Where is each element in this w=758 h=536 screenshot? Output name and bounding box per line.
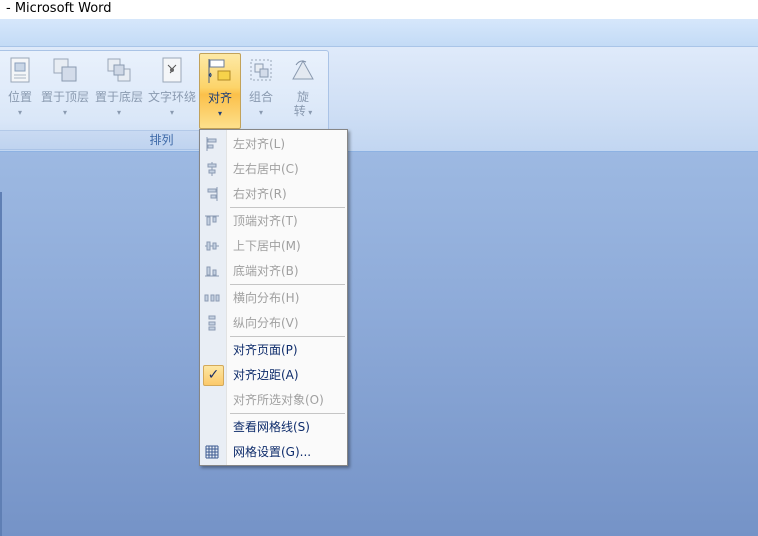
menu-item-align-to-page[interactable]: 对齐页面(P) <box>200 338 347 362</box>
menu-item-grid-settings[interactable]: 网格设置(G)... <box>200 440 347 464</box>
text-wrap-icon <box>162 57 182 83</box>
align-top-icon <box>205 215 219 226</box>
menu-item-label: 纵向分布(V) <box>233 316 299 330</box>
distribute-vertical-icon <box>208 315 216 331</box>
menu-item-distribute-horizontal[interactable]: 横向分布(H) <box>200 286 347 310</box>
position-label: 位置 <box>7 90 32 104</box>
checkmark-icon: ✓ <box>203 365 224 386</box>
menu-item-label: 左右居中(C) <box>233 162 299 176</box>
menu-item-view-gridlines[interactable]: 查看网格线(S) <box>200 415 347 439</box>
text-wrap-button[interactable]: 文字环绕 ▾ <box>147 53 197 127</box>
distribute-horizontal-icon <box>204 294 220 302</box>
chevron-down-icon: ▾ <box>116 108 121 117</box>
align-left-icon <box>206 137 217 151</box>
menu-item-align-selected-objects[interactable]: 对齐所选对象(O) <box>200 388 347 412</box>
send-to-back-button[interactable]: 置于底层 ▾ <box>93 53 145 127</box>
align-button[interactable]: 对齐 ▾ <box>199 53 241 129</box>
align-icon <box>208 59 231 83</box>
menu-item-align-middle[interactable]: 上下居中(M) <box>200 234 347 258</box>
align-right-icon <box>207 187 218 201</box>
chevron-down-icon: ▾ <box>258 108 263 117</box>
menu-item-label: 左对齐(L) <box>233 137 286 151</box>
send-to-back-icon <box>107 58 131 82</box>
menu-item-label: 查看网格线(S) <box>233 420 310 434</box>
group-icon <box>250 59 272 81</box>
bring-to-front-label: 置于顶层 <box>40 90 89 104</box>
bring-to-front-button[interactable]: 置于顶层 ▾ <box>39 53 91 127</box>
document-area <box>0 152 758 536</box>
menu-item-label: 对齐所选对象(O) <box>233 393 324 407</box>
position-button[interactable]: 位置 ▾ <box>3 53 37 127</box>
menu-item-label: 顶端对齐(T) <box>233 214 298 228</box>
title-bar: - Microsoft Word <box>0 0 758 19</box>
grid-icon <box>205 445 219 459</box>
menu-separator <box>230 207 345 208</box>
rotate-icon <box>292 59 314 80</box>
menu-separator <box>230 413 345 414</box>
position-icon <box>10 57 30 83</box>
align-label: 对齐 <box>207 91 232 105</box>
menu-item-align-bottom[interactable]: 底端对齐(B) <box>200 259 347 283</box>
chevron-down-icon: ▾ <box>62 108 67 117</box>
rotate-label-line2: 转 <box>293 104 306 118</box>
align-dropdown-menu: 左对齐(L) 左右居中(C) 右对齐(R) 顶端对齐(T) 上下居中(M) 底端… <box>199 129 348 466</box>
chevron-down-icon: ▾ <box>305 108 313 117</box>
menu-item-label: 对齐页面(P) <box>233 343 298 357</box>
menu-item-align-left[interactable]: 左对齐(L) <box>200 132 347 156</box>
rotate-button[interactable]: 旋 转 ▾ <box>283 53 323 127</box>
menu-item-align-right[interactable]: 右对齐(R) <box>200 182 347 206</box>
bring-to-front-icon <box>53 58 77 82</box>
chevron-down-icon: ▾ <box>169 108 174 117</box>
menu-item-label: 底端对齐(B) <box>233 264 299 278</box>
group-label: 组合 <box>248 90 273 104</box>
page-edge <box>0 192 2 536</box>
menu-separator <box>230 336 345 337</box>
rotate-label: 旋 转 ▾ <box>283 90 323 120</box>
menu-item-label: 上下居中(M) <box>233 239 301 253</box>
menu-item-align-center[interactable]: 左右居中(C) <box>200 157 347 181</box>
menu-item-label: 横向分布(H) <box>233 291 300 305</box>
ribbon-tab-strip <box>0 19 758 47</box>
menu-separator <box>230 284 345 285</box>
group-button[interactable]: 组合 ▾ <box>243 53 279 127</box>
align-bottom-icon <box>205 266 219 277</box>
send-to-back-label: 置于底层 <box>94 90 143 104</box>
align-center-icon <box>207 162 217 176</box>
menu-item-distribute-vertical[interactable]: 纵向分布(V) <box>200 311 347 335</box>
chevron-down-icon: ▾ <box>17 108 22 117</box>
menu-item-align-top[interactable]: 顶端对齐(T) <box>200 209 347 233</box>
menu-item-align-to-margin[interactable]: ✓ 对齐边距(A) <box>200 363 347 387</box>
window-title: - Microsoft Word <box>6 1 112 16</box>
rotate-label-line1: 旋 <box>296 90 309 104</box>
text-wrap-label: 文字环绕 <box>147 90 196 104</box>
chevron-down-icon: ▾ <box>217 109 222 118</box>
menu-item-label: 对齐边距(A) <box>233 368 299 382</box>
menu-item-label: 右对齐(R) <box>233 187 287 201</box>
ribbon: 位置 ▾ 置于顶层 ▾ 置于底层 ▾ 文字环绕 ▾ 对齐 ▾ 组合 ▾ 旋 转 … <box>0 47 758 152</box>
menu-item-label: 网格设置(G)... <box>233 445 312 459</box>
align-middle-icon <box>205 241 219 251</box>
